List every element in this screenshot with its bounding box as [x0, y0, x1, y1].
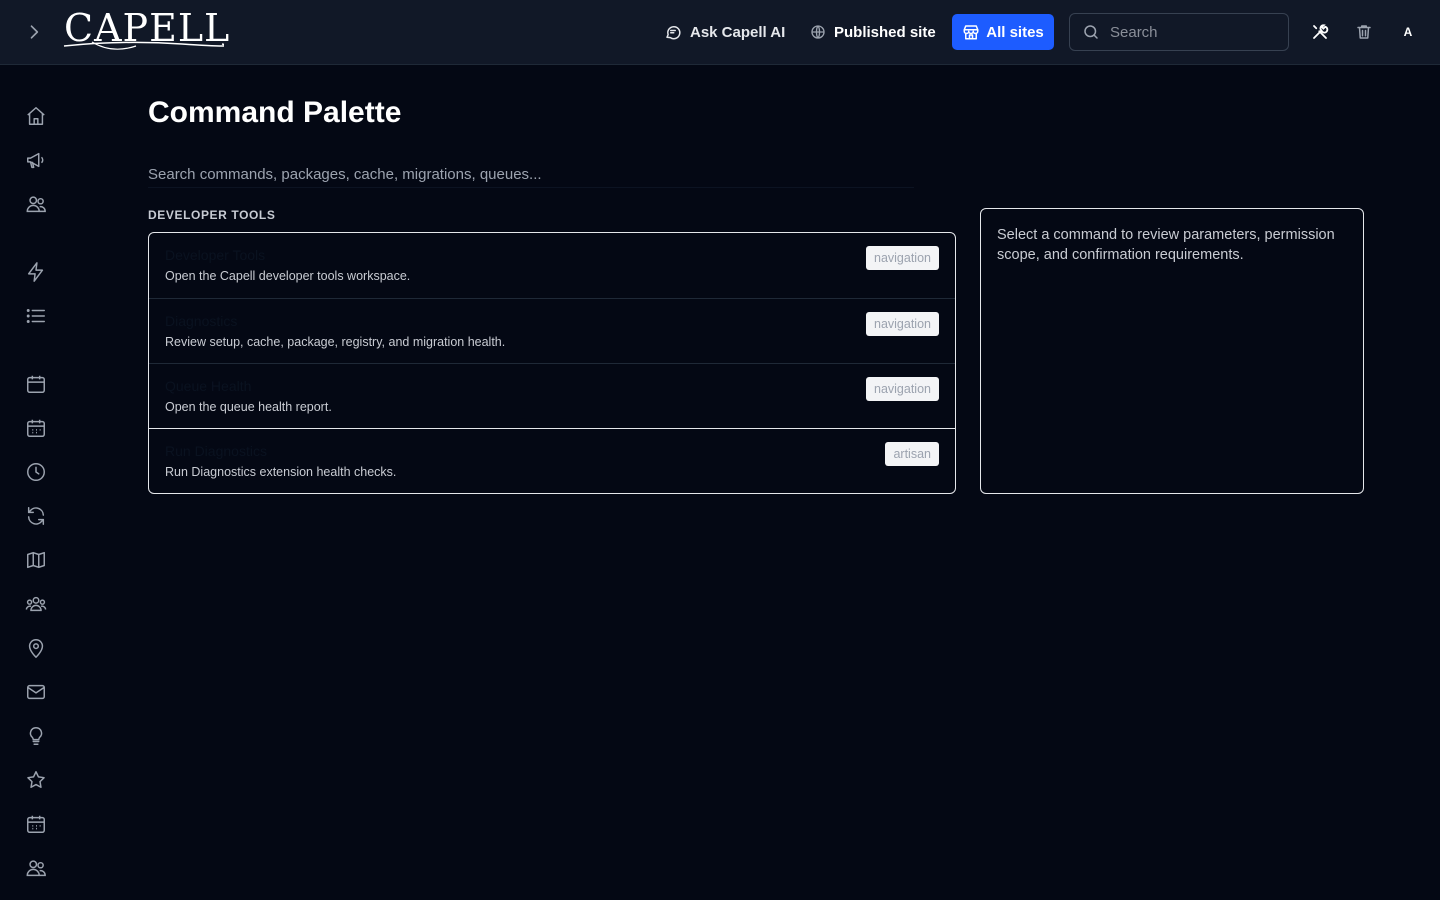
sidebar-item-actions[interactable]: [24, 260, 48, 284]
sidebar-item-users[interactable]: [24, 192, 48, 216]
sidebar-item-calendar[interactable]: [24, 372, 48, 396]
sidebar-item-teams[interactable]: [24, 592, 48, 616]
mail-icon: [27, 684, 45, 700]
chat-bubble-icon: [666, 25, 681, 40]
trash-icon: [1357, 25, 1371, 39]
tools-button[interactable]: [1308, 20, 1332, 44]
sidebar-item-history[interactable]: [24, 460, 48, 484]
sidebar-item-mail[interactable]: [24, 680, 48, 704]
user-avatar[interactable]: A: [1396, 20, 1420, 44]
command-search-input[interactable]: [148, 160, 914, 188]
sidebar-item-members[interactable]: [24, 856, 48, 880]
all-sites-button[interactable]: All sites: [952, 14, 1054, 50]
list-icon: [26, 309, 45, 323]
ask-capell-ai-link[interactable]: Ask Capell AI: [664, 16, 785, 48]
detail-hint: Select a command to review parameters, p…: [997, 227, 1335, 263]
section-label: DEVELOPER TOOLS: [148, 208, 276, 222]
star-icon: [27, 771, 45, 788]
command-title: Diagnostics: [165, 313, 238, 329]
command-title: Run Diagnostics: [165, 443, 267, 459]
command-description: Open the Capell developer tools workspac…: [165, 269, 411, 283]
calendar-icon: [27, 375, 45, 393]
command-search[interactable]: [148, 160, 914, 188]
group-icon: [25, 596, 47, 612]
sidebar-item-events[interactable]: [24, 812, 48, 836]
sidebar-item-announcements[interactable]: [24, 148, 48, 172]
logo[interactable]: CAPELL: [62, 6, 229, 52]
command-tag: artisan: [885, 442, 939, 466]
page-title: Command Palette: [148, 96, 402, 129]
sidebar-item-home[interactable]: [24, 104, 48, 128]
command-row[interactable]: Developer Tools Open the Capell develope…: [149, 233, 955, 298]
command-tag: navigation: [866, 246, 939, 270]
calendar-grid-icon: [27, 419, 45, 437]
command-description: Review setup, cache, package, registry, …: [165, 335, 506, 349]
all-sites-label: All sites: [986, 23, 1044, 41]
sidebar-item-favorites[interactable]: [24, 768, 48, 792]
command-row[interactable]: Diagnostics Review setup, cache, package…: [149, 299, 955, 363]
refresh-icon: [27, 507, 45, 525]
lightbulb-icon: [29, 727, 43, 745]
command-tag: navigation: [866, 377, 939, 401]
expand-sidebar-button[interactable]: [22, 20, 46, 44]
home-icon: [27, 107, 45, 125]
users-icon: [26, 196, 46, 213]
command-detail-panel: Select a command to review parameters, p…: [980, 208, 1364, 494]
calendar-grid-icon: [27, 815, 45, 833]
global-search-input[interactable]: [1110, 23, 1270, 41]
globe-icon: [811, 25, 825, 39]
command-row[interactable]: Queue Health Open the queue health repor…: [149, 364, 955, 428]
command-title: Developer Tools: [165, 247, 266, 263]
published-site-label: Published site: [834, 23, 936, 41]
command-title: Queue Health: [165, 378, 252, 394]
search-icon: [1084, 25, 1098, 39]
logo-swoosh: [63, 41, 224, 50]
sidebar-item-map[interactable]: [24, 548, 48, 572]
map-pin-icon: [28, 639, 44, 659]
published-site-link[interactable]: Published site: [810, 16, 936, 48]
sidebar-item-list[interactable]: [24, 304, 48, 328]
sidebar-item-locations[interactable]: [24, 636, 48, 660]
lightning-icon: [27, 262, 44, 282]
map-icon: [27, 551, 45, 569]
top-bar: CAPELL Ask Capell AI Published site All …: [0, 0, 1440, 65]
command-row[interactable]: Run Diagnostics Run Diagnostics extensio…: [149, 429, 955, 493]
clock-icon: [27, 463, 45, 481]
chevron-right-icon: [30, 25, 39, 39]
sidebar-item-schedule[interactable]: [24, 416, 48, 440]
users-icon: [26, 860, 46, 877]
sidebar-item-sync[interactable]: [24, 504, 48, 528]
storefront-icon: [963, 25, 979, 40]
command-tag: navigation: [866, 312, 939, 336]
wrench-screwdriver-icon: [1313, 24, 1329, 39]
command-description: Open the queue health report.: [165, 400, 332, 414]
trash-button[interactable]: [1352, 20, 1376, 44]
command-description: Run Diagnostics extension health checks.: [165, 465, 397, 479]
sidebar-item-ideas[interactable]: [24, 724, 48, 748]
megaphone-icon: [27, 152, 44, 169]
ask-capell-ai-label: Ask Capell AI: [690, 23, 786, 41]
global-search[interactable]: [1069, 13, 1289, 51]
